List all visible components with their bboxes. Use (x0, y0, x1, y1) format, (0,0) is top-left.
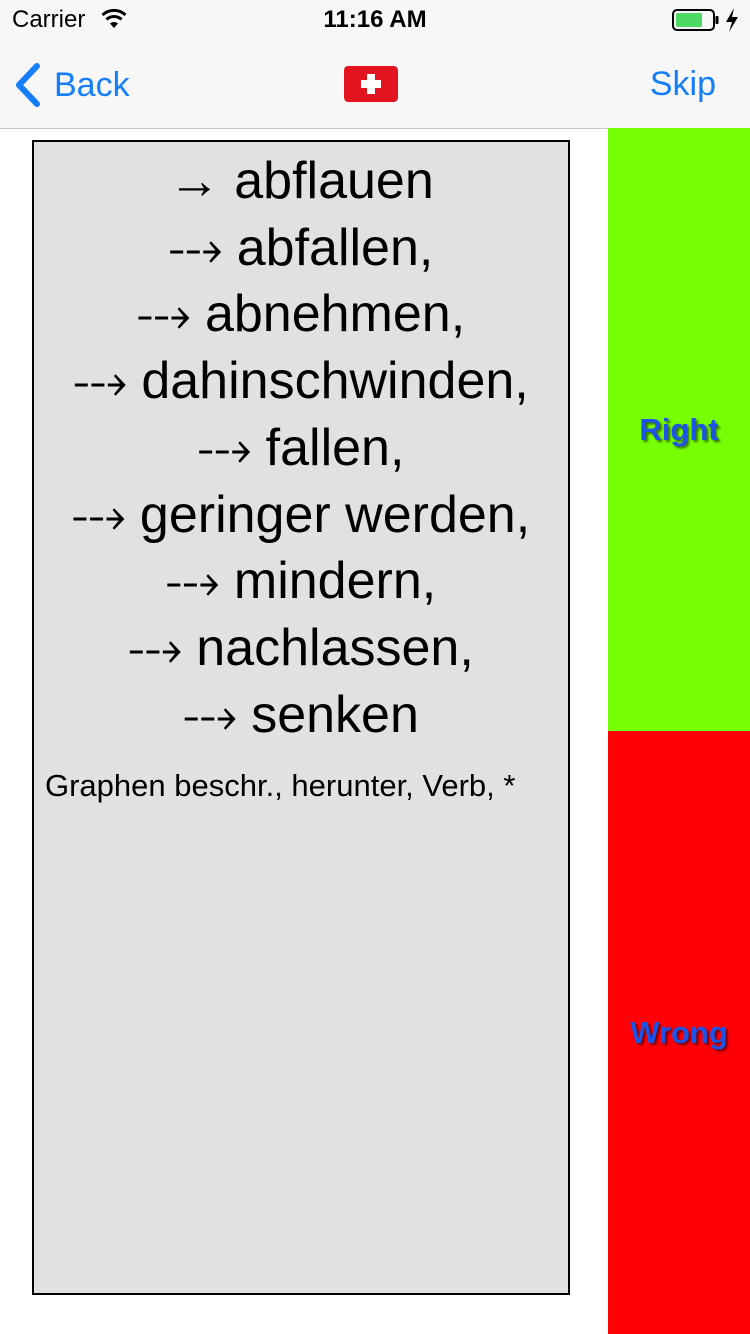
dotted-arrow-icon: ⤏ (197, 418, 252, 477)
synonym-line: ⤏ geringer werden, (34, 482, 568, 549)
skip-button[interactable]: Skip (650, 64, 716, 104)
chevron-left-icon (16, 63, 40, 107)
synonym-line: ⤏ dahinschwinden, (34, 348, 568, 415)
charging-icon (726, 8, 738, 32)
synonym-line: ⤏ abnehmen, (34, 281, 568, 348)
synonym-word: fallen, (265, 418, 405, 477)
synonym-list: → abflauen ⤏ abfallen, ⤏ abnehmen, ⤏ dahinsc… (34, 142, 568, 748)
back-label: Back (54, 66, 130, 104)
dotted-arrow-icon: ⤏ (73, 352, 128, 411)
synonym-line: → abflauen (34, 148, 568, 215)
synonym-line: ⤏ senken (34, 682, 568, 749)
synonym-line: ⤏ nachlassen, (34, 615, 568, 682)
status-time: 11:16 AM (323, 6, 427, 33)
synonym-line: ⤏ fallen, (34, 415, 568, 482)
status-bar: Carrier 11:16 AM (0, 0, 750, 40)
back-button[interactable]: Back (14, 62, 130, 108)
synonym-word: abnehmen, (204, 285, 466, 344)
synonym-line: ⤏ mindern, (34, 548, 568, 615)
battery-icon (672, 9, 719, 31)
synonym-line: ⤏ abfallen, (34, 215, 568, 282)
wrong-button[interactable]: Wrong (608, 731, 750, 1334)
dotted-arrow-icon: ⤏ (71, 485, 126, 544)
wrong-label: Wrong (630, 1014, 728, 1050)
synonym-word: nachlassen, (196, 618, 474, 677)
right-button[interactable]: Right (608, 128, 750, 731)
synonym-word: geringer werden, (139, 485, 531, 544)
dotted-arrow-icon: ⤏ (136, 285, 191, 344)
flashcard: → abflauen ⤏ abfallen, ⤏ abnehmen, ⤏ dahinsc… (32, 140, 570, 1295)
dotted-arrow-icon: ⤏ (168, 218, 223, 277)
dotted-arrow-icon: ⤏ (128, 618, 183, 677)
right-label: Right (639, 411, 719, 447)
synonym-word: dahinschwinden, (141, 352, 529, 411)
synonym-word: senken (251, 685, 419, 744)
navigation-bar: Back Skip (0, 40, 750, 129)
dotted-arrow-icon: ⤏ (165, 552, 220, 611)
synonym-word: abflauen (234, 152, 434, 210)
swiss-flag-icon (344, 66, 398, 102)
synonym-word: abfallen, (236, 218, 434, 277)
card-tags: Graphen beschr., herunter, Verb, * (45, 768, 516, 803)
dotted-arrow-icon: ⤏ (183, 685, 238, 744)
arrow-icon: → (168, 152, 221, 210)
synonym-word: mindern, (233, 552, 437, 611)
